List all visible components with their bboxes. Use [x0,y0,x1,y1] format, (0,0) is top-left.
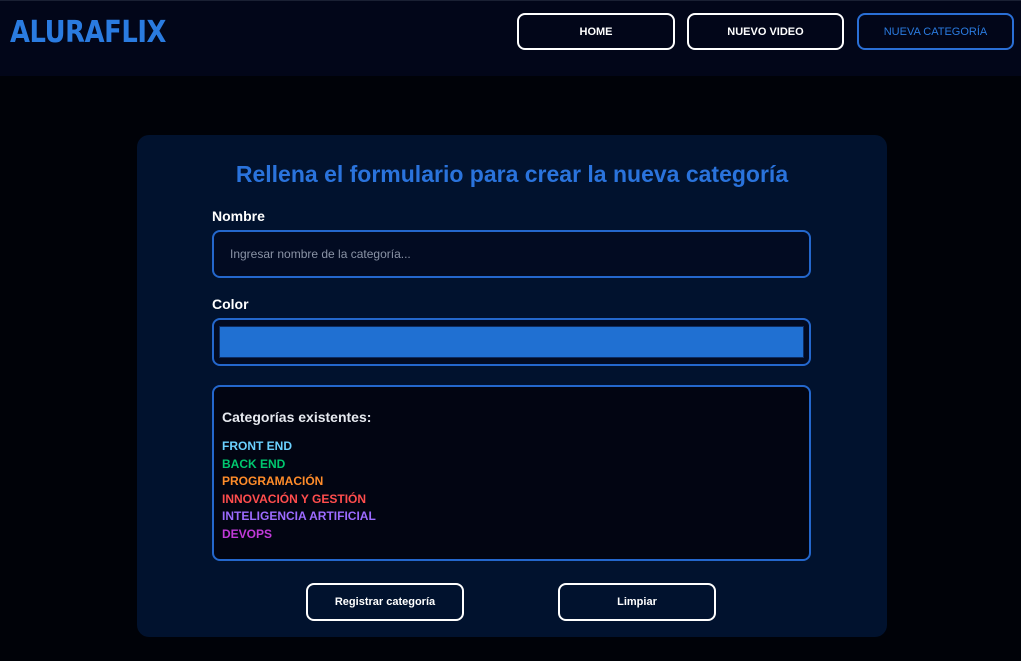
category-item: INNOVACIÓN Y GESTIÓN [222,491,367,506]
color-swatch[interactable] [219,326,804,358]
existing-categories-title: Categorías existentes: [222,409,372,425]
category-list: FRONT END BACK END PROGRAMACIÓN INNOVACI… [222,438,376,544]
nombre-input[interactable] [214,232,809,276]
logo[interactable]: ALURAFLIX [10,15,166,50]
category-item: PROGRAMACIÓN [222,474,324,489]
category-form: Rellena el formulario para crear la nuev… [137,135,887,637]
color-label: Color [212,296,249,312]
clear-button[interactable]: Limpiar [558,583,716,621]
nav-new-video-button[interactable]: NUEVO VIDEO [687,13,844,50]
header: ALURAFLIX HOME NUEVO VIDEO NUEVA CATEGOR… [0,0,1021,76]
nav-new-category-button[interactable]: NUEVA CATEGORÍA [857,13,1014,50]
category-item: DEVOPS [222,526,273,541]
form-title: Rellena el formulario para crear la nuev… [235,161,789,187]
category-item: FRONT END [222,439,292,453]
category-item: BACK END [222,456,286,471]
nav-home-button[interactable]: HOME [517,13,675,50]
nombre-field [212,230,811,278]
register-category-button[interactable]: Registrar categoría [306,583,464,621]
category-item: INTELIGENCIA ARTIFICIAL [222,509,376,524]
color-input[interactable] [212,318,811,366]
existing-categories-box: Categorías existentes: FRONT END BACK EN… [212,385,811,561]
nombre-label: Nombre [212,208,265,224]
